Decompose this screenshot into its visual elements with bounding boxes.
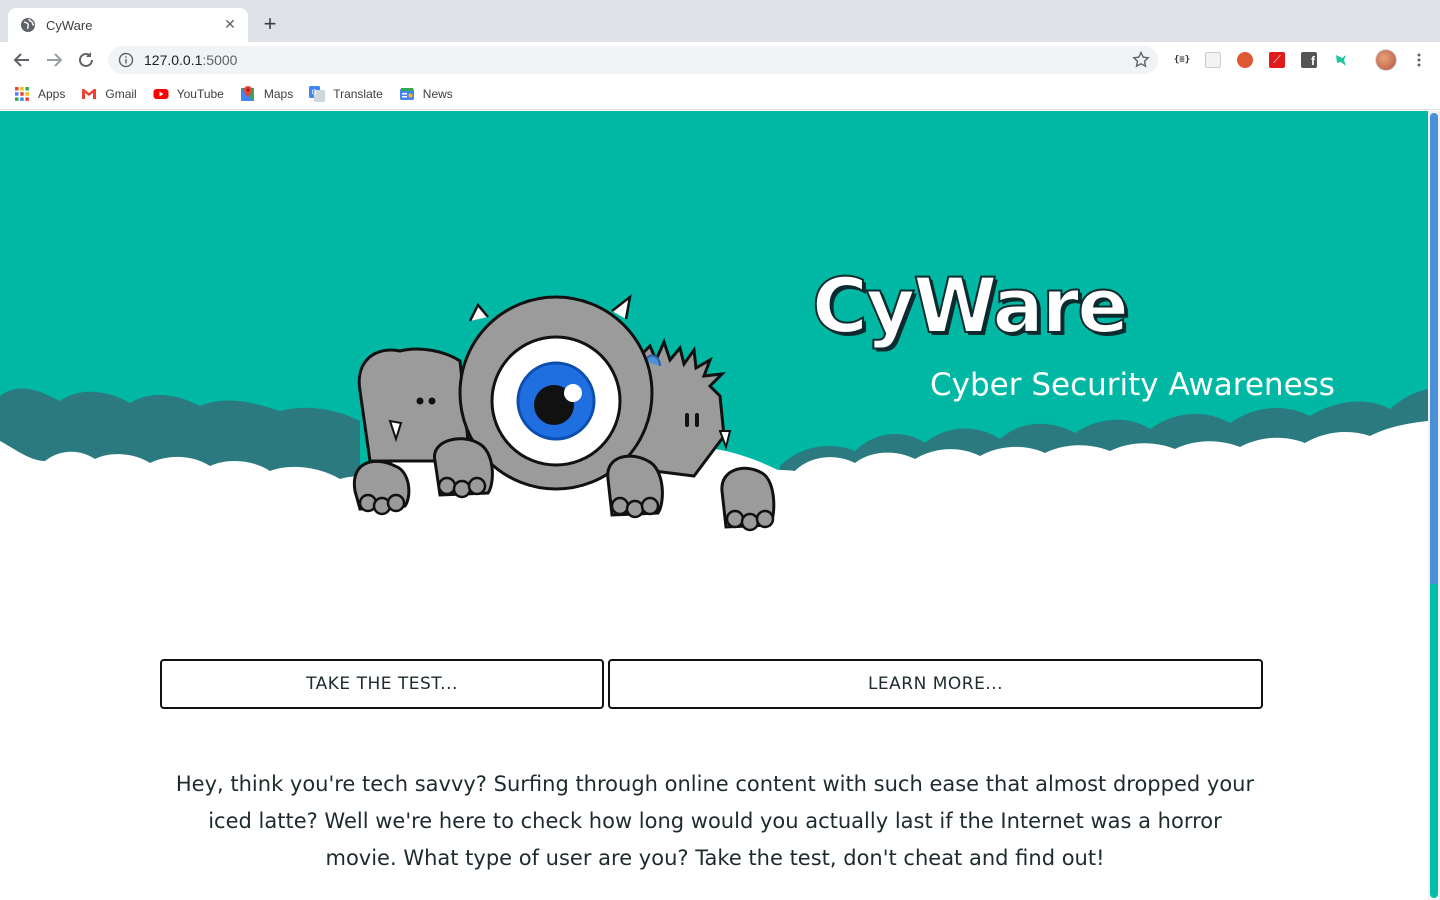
back-button[interactable] — [10, 48, 34, 72]
tab-cyware[interactable]: CyWare ✕ — [8, 8, 248, 42]
menu-dots-icon[interactable] — [1410, 51, 1428, 69]
browser-toolbar: 127.0.0.1:5000 {≡} ⟋ f — [0, 42, 1440, 78]
tab-title: CyWare — [46, 17, 93, 33]
bookmark-gmail[interactable]: Gmail — [81, 86, 137, 102]
forward-button[interactable] — [42, 48, 66, 72]
profile-avatar-icon[interactable] — [1374, 48, 1398, 72]
bookmark-translate[interactable]: G Translate — [309, 85, 383, 102]
apps-grid-icon — [15, 86, 29, 101]
youtube-icon — [153, 88, 169, 99]
page-scrollbar[interactable] — [1428, 111, 1440, 900]
blank-extension-icon[interactable] — [1204, 51, 1222, 69]
brand-logo-text: CyWare — [811, 260, 1130, 351]
hero-subtitle: Cyber Security Awareness — [930, 367, 1335, 403]
bookmark-label: News — [422, 86, 453, 101]
scrollbar-thumb[interactable] — [1430, 113, 1438, 898]
url-host: 127.0.0.1 — [144, 52, 203, 68]
tab-strip: CyWare ✕ + — [0, 0, 1440, 42]
translate-icon: G — [309, 85, 326, 102]
close-tab-icon[interactable]: ✕ — [222, 17, 238, 33]
bookmark-apps[interactable]: Apps — [14, 86, 65, 102]
svg-text:G: G — [312, 88, 317, 96]
bookmark-news[interactable]: News — [399, 86, 453, 102]
hummingbird-icon[interactable] — [1332, 51, 1350, 69]
maps-icon — [240, 85, 254, 101]
bookmark-maps[interactable]: Maps — [240, 85, 294, 102]
intro-paragraph: Hey, think you're tech savvy? Surfing th… — [175, 772, 1255, 870]
forward-arrow-icon — [47, 53, 63, 67]
bookmark-youtube[interactable]: YouTube — [153, 86, 224, 102]
bookmark-label: Gmail — [105, 86, 137, 101]
page-viewport: CyWare Cyber Security Awareness TAKE THE… — [0, 111, 1428, 900]
address-bar[interactable]: 127.0.0.1:5000 — [108, 46, 1158, 74]
duckduckgo-icon[interactable] — [1236, 51, 1254, 69]
globe-icon — [21, 18, 35, 32]
bookmark-label: Apps — [38, 86, 66, 101]
bookmark-label: Maps — [263, 86, 294, 101]
new-tab-button[interactable]: + — [258, 11, 282, 36]
reload-icon — [79, 52, 93, 67]
reload-button[interactable] — [74, 48, 98, 72]
take-the-test-button[interactable]: TAKE THE TEST... — [160, 659, 604, 709]
site-info-icon[interactable] — [118, 52, 134, 68]
learn-more-button[interactable]: LEARN MORE... — [608, 659, 1263, 709]
facebook-icon[interactable]: f — [1300, 51, 1318, 69]
hero-banner: CyWare Cyber Security Awareness — [0, 111, 1428, 551]
back-arrow-icon — [13, 53, 29, 67]
bookmark-label: Translate — [333, 86, 383, 101]
gmail-icon — [82, 88, 97, 99]
url-port: :5000 — [202, 52, 238, 68]
bookmarks-bar: Apps Gmail YouTube Maps G Translate News — [0, 78, 1440, 110]
json-formatter-label: {≡} — [1173, 55, 1191, 65]
bookmark-label: YouTube — [176, 86, 224, 101]
url-text[interactable]: 127.0.0.1:5000 — [144, 52, 237, 68]
news-icon — [399, 87, 414, 100]
bookmark-star-icon[interactable] — [1132, 51, 1150, 69]
json-formatter-icon[interactable]: {≡} — [1172, 51, 1192, 69]
pdf-icon[interactable]: ⟋ — [1268, 51, 1286, 69]
hero-background — [0, 111, 1428, 551]
